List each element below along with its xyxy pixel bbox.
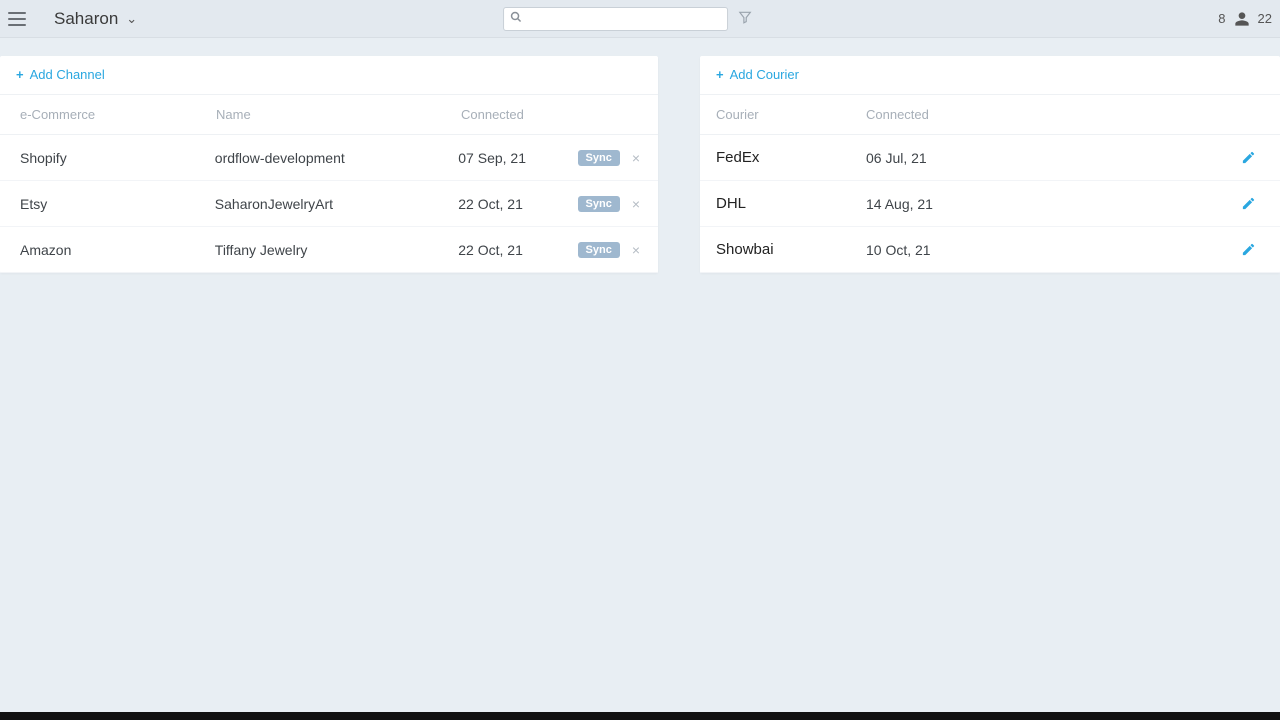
courier-name: FedEx <box>716 149 866 166</box>
channels-panel: + Add Channel e-Commerce Name Connected … <box>0 56 658 273</box>
channel-name: ordflow-development <box>215 150 458 166</box>
col-ecommerce: e-Commerce <box>16 107 216 122</box>
col-name: Name <box>216 107 461 122</box>
add-channel-label: Add Channel <box>30 67 105 82</box>
remove-button[interactable]: × <box>630 196 642 212</box>
table-row: Etsy SaharonJewelryArt 22 Oct, 21 Sync × <box>0 181 658 227</box>
courier-name: Showbai <box>716 241 866 258</box>
couriers-panel: + Add Courier Courier Connected FedEx 06… <box>700 56 1280 273</box>
notification-count[interactable]: 8 <box>1218 11 1225 26</box>
edit-icon[interactable] <box>1241 242 1256 257</box>
search-icon <box>510 11 522 26</box>
plus-icon: + <box>716 67 724 82</box>
search-box[interactable] <box>503 7 728 31</box>
sync-button[interactable]: Sync <box>578 196 620 212</box>
courier-name: DHL <box>716 195 866 212</box>
remove-button[interactable]: × <box>630 150 642 166</box>
user-icon[interactable] <box>1234 11 1250 27</box>
workspace-name: Saharon <box>54 9 118 29</box>
courier-connected: 06 Jul, 21 <box>866 150 1066 166</box>
sync-button[interactable]: Sync <box>578 242 620 258</box>
table-row: Shopify ordflow-development 07 Sep, 21 S… <box>0 135 658 181</box>
couriers-header-row: Courier Connected <box>700 95 1280 135</box>
filter-icon[interactable] <box>738 10 752 27</box>
courier-connected: 14 Aug, 21 <box>866 196 1066 212</box>
table-row: DHL 14 Aug, 21 <box>700 181 1280 227</box>
add-courier-button[interactable]: + Add Courier <box>716 67 799 82</box>
channel-connected: 22 Oct, 21 <box>458 196 577 212</box>
header-right-number: 22 <box>1258 11 1272 26</box>
channel-ecom: Etsy <box>16 196 215 212</box>
channel-name: Tiffany Jewelry <box>215 242 458 258</box>
chevron-down-icon: ⌄ <box>126 11 137 27</box>
workspace-selector[interactable]: Saharon ⌄ <box>54 9 137 29</box>
add-channel-button[interactable]: + Add Channel <box>16 67 105 82</box>
table-row: Amazon Tiffany Jewelry 22 Oct, 21 Sync × <box>0 227 658 273</box>
add-courier-label: Add Courier <box>730 67 799 82</box>
col-connected: Connected <box>461 107 581 122</box>
table-row: FedEx 06 Jul, 21 <box>700 135 1280 181</box>
footer-bar <box>0 712 1280 720</box>
main-content: + Add Channel e-Commerce Name Connected … <box>0 38 1280 273</box>
top-bar: Saharon ⌄ 8 22 <box>0 0 1280 38</box>
col-connected: Connected <box>866 107 1066 122</box>
channel-ecom: Shopify <box>16 150 215 166</box>
courier-connected: 10 Oct, 21 <box>866 242 1066 258</box>
sync-button[interactable]: Sync <box>578 150 620 166</box>
channels-header-row: e-Commerce Name Connected <box>0 95 658 135</box>
channel-ecom: Amazon <box>16 242 215 258</box>
col-courier: Courier <box>716 107 866 122</box>
plus-icon: + <box>16 67 24 82</box>
search-area <box>503 7 752 31</box>
remove-button[interactable]: × <box>630 242 642 258</box>
table-row: Showbai 10 Oct, 21 <box>700 227 1280 273</box>
channel-name: SaharonJewelryArt <box>215 196 458 212</box>
channel-connected: 07 Sep, 21 <box>458 150 577 166</box>
channel-connected: 22 Oct, 21 <box>458 242 577 258</box>
edit-icon[interactable] <box>1241 150 1256 165</box>
header-right: 8 22 <box>1218 11 1272 27</box>
search-input[interactable] <box>526 11 721 26</box>
menu-icon[interactable] <box>8 10 26 28</box>
edit-icon[interactable] <box>1241 196 1256 211</box>
